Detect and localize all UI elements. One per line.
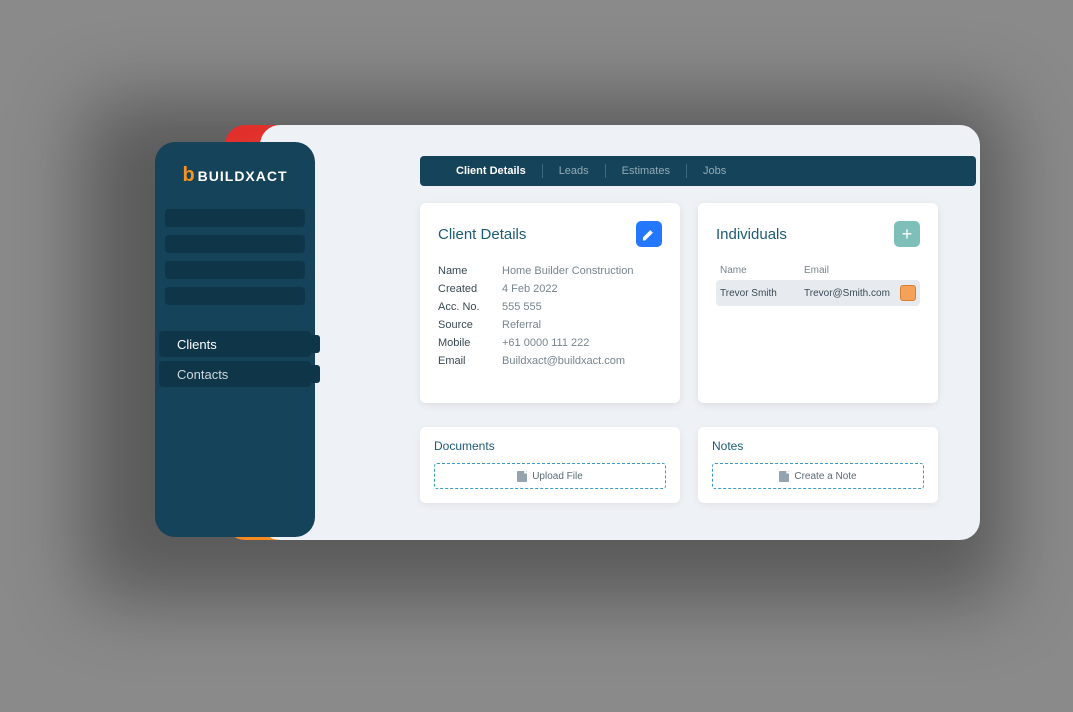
logo-text: BUILDXACT bbox=[198, 168, 288, 184]
individuals-title: Individuals bbox=[716, 226, 787, 243]
individuals-header: Name Email bbox=[716, 265, 920, 280]
create-note-button[interactable]: Create a Note bbox=[712, 463, 924, 489]
tab-bar: Client Details Leads Estimates Jobs bbox=[420, 156, 976, 186]
notes-panel: Notes Create a Note bbox=[698, 427, 938, 503]
upload-file-label: Upload File bbox=[532, 471, 583, 482]
client-details-title: Client Details bbox=[438, 226, 526, 243]
tab-jobs[interactable]: Jobs bbox=[687, 165, 742, 177]
field-value-source: Referral bbox=[502, 319, 541, 331]
sidebar-item-label: Clients bbox=[177, 337, 217, 352]
field-label-email: Email bbox=[438, 355, 502, 367]
documents-title: Documents bbox=[434, 439, 666, 453]
individual-action-icon[interactable] bbox=[900, 285, 916, 301]
field-label-accno: Acc. No. bbox=[438, 301, 502, 313]
field-value-created: 4 Feb 2022 bbox=[502, 283, 558, 295]
field-value-mobile: +61 0000 111 222 bbox=[502, 337, 589, 349]
edit-client-button[interactable] bbox=[636, 221, 662, 247]
add-individual-button[interactable]: + bbox=[894, 221, 920, 247]
nav-placeholder bbox=[165, 261, 305, 279]
documents-panel: Documents Upload File bbox=[420, 427, 680, 503]
individual-row[interactable]: Trevor Smith Trevor@Smith.com bbox=[716, 280, 920, 306]
pencil-icon bbox=[643, 228, 656, 241]
col-email: Email bbox=[804, 265, 916, 276]
sidebar-item-label: Contacts bbox=[177, 367, 228, 382]
tab-estimates[interactable]: Estimates bbox=[606, 165, 686, 177]
sidebar: b BUILDXACT Clients Contacts bbox=[155, 142, 315, 537]
plus-icon: + bbox=[902, 225, 913, 243]
active-nub bbox=[310, 365, 320, 383]
active-nub bbox=[310, 335, 320, 353]
file-icon bbox=[517, 471, 527, 482]
field-value-email: Buildxact@buildxact.com bbox=[502, 355, 625, 367]
brand: b BUILDXACT bbox=[155, 164, 315, 187]
client-details-panel: Client Details Name Home Builder Constru… bbox=[420, 203, 680, 403]
note-icon bbox=[779, 471, 789, 482]
field-value-accno: 555 555 bbox=[502, 301, 542, 313]
col-name: Name bbox=[720, 265, 804, 276]
nav-placeholder bbox=[165, 287, 305, 305]
field-label-source: Source bbox=[438, 319, 502, 331]
field-label-mobile: Mobile bbox=[438, 337, 502, 349]
tab-client-details[interactable]: Client Details bbox=[440, 165, 542, 177]
notes-title: Notes bbox=[712, 439, 924, 453]
tab-leads[interactable]: Leads bbox=[543, 165, 605, 177]
logo-icon: b bbox=[182, 164, 194, 187]
sidebar-item-contacts[interactable]: Contacts bbox=[159, 361, 311, 387]
create-note-label: Create a Note bbox=[794, 471, 856, 482]
individual-email: Trevor@Smith.com bbox=[804, 288, 900, 299]
field-value-name: Home Builder Construction bbox=[502, 265, 633, 277]
nav-placeholder bbox=[165, 209, 305, 227]
nav-placeholder-group bbox=[155, 209, 315, 305]
sidebar-item-clients[interactable]: Clients bbox=[159, 331, 311, 357]
nav-placeholder bbox=[165, 235, 305, 253]
individual-name: Trevor Smith bbox=[720, 288, 804, 299]
individuals-panel: Individuals + Name Email Trevor Smith Tr… bbox=[698, 203, 938, 403]
upload-file-button[interactable]: Upload File bbox=[434, 463, 666, 489]
app-card: Client Details Leads Estimates Jobs Clie… bbox=[260, 125, 980, 540]
field-label-created: Created bbox=[438, 283, 502, 295]
field-label-name: Name bbox=[438, 265, 502, 277]
